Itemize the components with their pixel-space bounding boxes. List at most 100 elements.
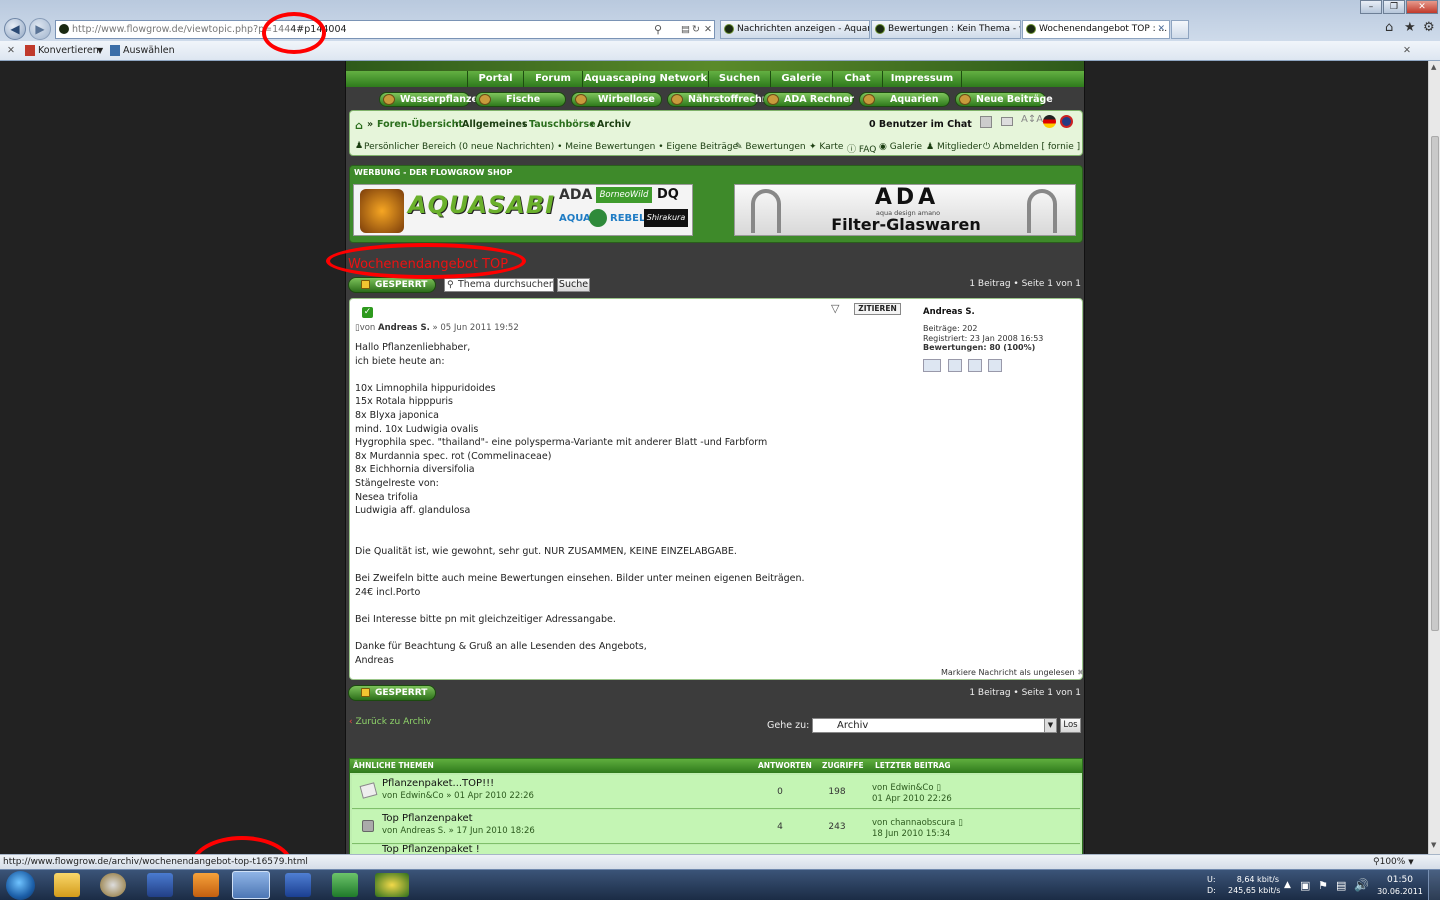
- new-tab-button[interactable]: [1171, 20, 1189, 39]
- german-flag-icon[interactable]: [1043, 115, 1056, 128]
- logout-link[interactable]: ⏻ Abmelden [ fornie ]: [983, 142, 1080, 152]
- close-window-button[interactable]: ✕: [1406, 0, 1438, 14]
- tab-bewertungen[interactable]: Bewertungen : Kein Thema - w...: [871, 20, 1021, 39]
- media-player-icon[interactable]: [100, 873, 126, 897]
- forward-button[interactable]: ▶: [29, 18, 51, 40]
- chevron-down-icon[interactable]: ▼: [1044, 719, 1056, 732]
- goto-button[interactable]: Los: [1060, 718, 1081, 733]
- cat-wirbellose[interactable]: Wirbellose: [571, 92, 662, 107]
- mark-unread-link[interactable]: Markiere Nachricht als ungelesen ✖: [941, 668, 1084, 677]
- aquasabi-banner[interactable]: AQUASABI ADA BorneoWild DQ AQUA REBELL S…: [353, 184, 693, 236]
- scroll-thumb[interactable]: [1431, 136, 1439, 631]
- scroll-down-icon[interactable]: ▼: [1431, 841, 1436, 849]
- related-title[interactable]: Top Pflanzenpaket: [382, 813, 473, 824]
- cat-aquarien[interactable]: Aquarien: [859, 92, 950, 107]
- show-desktop-button[interactable]: [1428, 870, 1440, 900]
- gallery-icon[interactable]: [988, 359, 1002, 372]
- scroll-up-icon[interactable]: ▲: [1431, 63, 1436, 71]
- select-button[interactable]: Auswählen: [123, 41, 175, 60]
- internet-explorer-icon[interactable]: [232, 871, 270, 899]
- cat-ada-rechner[interactable]: ADA Rechner: [763, 92, 854, 107]
- compat-view-icon[interactable]: ▤: [681, 21, 690, 38]
- quote-button[interactable]: ZITIEREN: [854, 303, 901, 315]
- map-link[interactable]: ✦ Karte: [809, 142, 843, 152]
- gallery-link[interactable]: ◉ Galerie: [879, 142, 922, 152]
- tray-app-icon[interactable]: ▣: [1300, 879, 1310, 892]
- page-scrollbar[interactable]: ▲ ▼: [1428, 61, 1440, 854]
- app-green-icon[interactable]: [375, 873, 409, 897]
- explorer-icon[interactable]: [54, 873, 80, 897]
- menu-chat[interactable]: Chat: [832, 71, 882, 87]
- back-button[interactable]: ◀: [4, 18, 26, 40]
- maximize-button[interactable]: ❐: [1383, 0, 1405, 14]
- zoom-control[interactable]: ⚲100% ▼: [1373, 855, 1414, 869]
- cat-naehrstoffrechner[interactable]: Nährstoffrechner: [667, 92, 780, 107]
- topic-search-input[interactable]: ⚲ Thema durchsuchen...: [444, 278, 554, 292]
- close-cmdbar-icon[interactable]: ✕: [1403, 41, 1411, 60]
- chevron-down-icon[interactable]: ▼: [97, 41, 103, 60]
- related-row[interactable]: Top Pflanzenpaket !: [352, 844, 1080, 854]
- back-to-archive-link[interactable]: ‹ Zurück zu Archiv: [349, 717, 431, 727]
- related-row[interactable]: Top Pflanzenpaket von Andreas S. » 17 Ju…: [352, 810, 1080, 844]
- personal-area-links[interactable]: Persönlicher Bereich (0 neue Nachrichten…: [364, 142, 738, 152]
- save-disk-icon[interactable]: [147, 873, 173, 897]
- address-bar[interactable]: http://www.flowgrow.de/viewtopic.php?p=1…: [55, 20, 715, 39]
- locked-button-bottom[interactable]: GESPERRT: [348, 685, 436, 701]
- tools-gear-icon[interactable]: ⚙: [1423, 20, 1435, 35]
- close-toolbar-icon[interactable]: ✕: [7, 41, 15, 60]
- stop-icon[interactable]: ✕: [704, 21, 712, 38]
- breadcrumb-archiv[interactable]: Archiv: [597, 119, 631, 130]
- email-icon[interactable]: [948, 359, 962, 372]
- ratings-link[interactable]: ✎ Bewertungen: [735, 142, 806, 152]
- refresh-icon[interactable]: ↻: [692, 21, 700, 38]
- clock-date[interactable]: 30.06.2011: [1376, 887, 1424, 896]
- related-title[interactable]: Pflanzenpaket...TOP!!!: [382, 778, 494, 789]
- report-icon[interactable]: ▽: [831, 302, 839, 315]
- uk-flag-icon[interactable]: [1060, 115, 1073, 128]
- menu-suchen[interactable]: Suchen: [708, 71, 770, 87]
- map-pin-icon[interactable]: [968, 359, 982, 372]
- home-icon[interactable]: ⌂: [1385, 20, 1393, 35]
- clock-time[interactable]: 01:50: [1380, 875, 1420, 885]
- close-tab-icon[interactable]: ✕: [1157, 21, 1165, 38]
- home-icon[interactable]: ⌂: [355, 119, 363, 132]
- locked-button[interactable]: GESPERRT: [348, 277, 436, 293]
- search-icon[interactable]: ⚲: [654, 21, 662, 38]
- cat-neue-beitraege[interactable]: Neue Beiträge: [955, 92, 1053, 107]
- members-link[interactable]: ♟ Mitglieder: [926, 142, 982, 152]
- ada-filter-glaswaren-banner[interactable]: ADA aqua design amano Filter-Glaswaren: [734, 184, 1076, 236]
- related-title[interactable]: Top Pflanzenpaket !: [382, 844, 480, 854]
- chat-users-count[interactable]: 0 Benutzer im Chat: [869, 119, 972, 130]
- network-icon[interactable]: ▤: [1336, 879, 1346, 892]
- breadcrumb-tauschboerse[interactable]: Tauschbörse: [529, 119, 596, 130]
- email-icon[interactable]: [1001, 117, 1013, 126]
- app-icon[interactable]: [193, 873, 219, 897]
- cat-wasserpflanzen[interactable]: Wasserpflanzen: [379, 92, 485, 107]
- volume-icon[interactable]: 🔊: [1354, 878, 1369, 892]
- search-button[interactable]: Suche: [557, 278, 590, 292]
- breadcrumb-home[interactable]: Foren-Übersicht: [377, 119, 463, 130]
- goto-select[interactable]: Archiv ▼: [812, 718, 1057, 733]
- convert-button[interactable]: Konvertieren: [38, 41, 99, 60]
- show-hidden-icons-icon[interactable]: ▲: [1284, 880, 1291, 890]
- menu-aquascaping-network[interactable]: Aquascaping Network: [582, 71, 708, 87]
- favorites-star-icon[interactable]: ★: [1404, 20, 1416, 35]
- profile-name[interactable]: Andreas S.: [923, 307, 975, 317]
- pm-icon[interactable]: [923, 359, 941, 372]
- start-button[interactable]: [6, 871, 35, 900]
- faq-link[interactable]: ⓘ FAQ: [847, 142, 876, 155]
- tab-wochenendangebot[interactable]: Wochenendangebot TOP : ... ✕: [1022, 20, 1170, 39]
- tab-nachrichten[interactable]: Nachrichten anzeigen - Aquari...: [720, 20, 870, 39]
- excel-icon[interactable]: [332, 873, 358, 897]
- view-latest-icon[interactable]: ▯: [936, 783, 941, 793]
- font-size-icon[interactable]: A↕A: [1021, 114, 1043, 125]
- cat-fische[interactable]: Fische: [475, 92, 566, 107]
- print-icon[interactable]: [980, 116, 992, 128]
- breadcrumb-allgemeines[interactable]: Allgemeines: [462, 119, 528, 130]
- menu-impressum[interactable]: Impressum: [882, 71, 962, 87]
- menu-galerie[interactable]: Galerie: [770, 71, 832, 87]
- minimize-button[interactable]: –: [1360, 0, 1382, 14]
- view-latest-icon[interactable]: ▯: [958, 818, 963, 828]
- related-row[interactable]: Pflanzenpaket...TOP!!! von Edwin&Co » 01…: [352, 775, 1080, 809]
- word-icon[interactable]: [285, 873, 311, 897]
